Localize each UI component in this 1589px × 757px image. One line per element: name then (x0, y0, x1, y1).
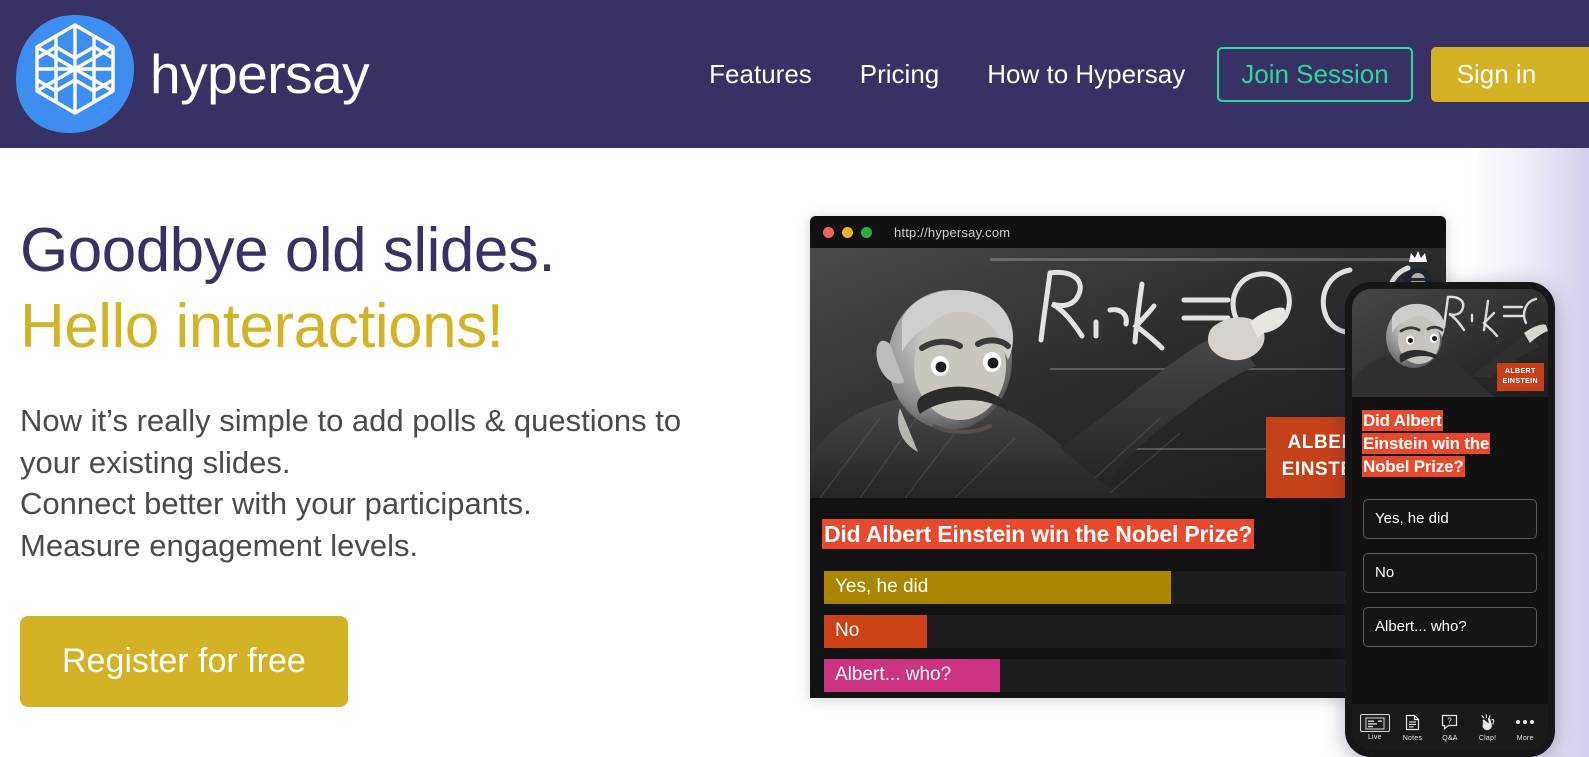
phone-poll-question: Did Albert Einstein win the Nobel Prize? (1363, 410, 1537, 479)
phone-content: Did Albert Einstein win the Nobel Prize?… (1352, 397, 1548, 647)
phone-slide-image: ALBERT EINSTEIN (1352, 289, 1548, 397)
hero-paragraph-line-4: Measure engagement levels. (20, 527, 419, 563)
brand-name: hypersay (150, 42, 370, 105)
question-bubble-icon: ? (1431, 713, 1469, 733)
nav-links: Features Pricing How to Hypersay (709, 59, 1185, 90)
hero-paragraph-line-3: Connect better with your participants. (20, 486, 532, 522)
svg-text:?: ? (1448, 717, 1453, 726)
phone-tab-qa[interactable]: ? Q&A (1431, 713, 1469, 742)
phone-tab-bar: Live Notes ? Q&A Clap! More (1352, 704, 1548, 750)
phone-tab-notes[interactable]: Notes (1394, 713, 1432, 742)
poll-question: Did Albert Einstein win the Nobel Prize? (824, 521, 1253, 547)
phone-tab-label: Clap! (1478, 734, 1497, 742)
live-slide-icon (1359, 713, 1390, 732)
poll-option-bar: No (824, 614, 928, 648)
register-for-free-button[interactable]: Register for free (20, 616, 348, 708)
phone-tab-label: Live (1367, 733, 1382, 741)
headline-line-1: Goodbye old slides. (20, 216, 556, 285)
poll-option-row[interactable]: Yes, he did (824, 570, 1432, 604)
sign-in-button[interactable]: Sign in (1430, 46, 1589, 102)
phone-poll-options: Yes, he did No Albert... who? (1363, 498, 1537, 647)
phone-question-line-3: Nobel Prize? (1363, 456, 1464, 476)
phone-question-line-2: Einstein win the (1363, 433, 1490, 453)
notes-document-icon (1394, 713, 1432, 733)
nav-link-features[interactable]: Features (709, 59, 812, 90)
phone-option-albert[interactable]: Albert... who? (1363, 606, 1537, 647)
poll-option-bar: Yes, he did (824, 570, 1171, 604)
nav-link-pricing[interactable]: Pricing (860, 59, 939, 90)
phone-tab-more[interactable]: More (1506, 713, 1544, 742)
clapping-hands-icon (1469, 713, 1507, 733)
phone-option-yes[interactable]: Yes, he did (1363, 498, 1537, 539)
join-session-button[interactable]: Join Session (1217, 46, 1413, 102)
phone-question-line-1: Did Albert (1363, 411, 1442, 430)
poll-option-label: Yes, he did (835, 576, 929, 598)
phone-tab-clap[interactable]: Clap! (1469, 713, 1507, 742)
ellipsis-icon (1506, 713, 1544, 733)
nav-link-how-to-hypersay[interactable]: How to Hypersay (987, 59, 1185, 90)
phone-mockup: ALBERT EINSTEIN Did Albert Einstein win … (1345, 282, 1555, 757)
browser-titlebar: http://hypersay.com (810, 216, 1446, 248)
poll-option-label: No (835, 620, 860, 642)
hero-paragraph-line-2: your existing slides. (20, 444, 291, 480)
minimize-window-dot[interactable] (842, 226, 853, 238)
poll-option-bar: Albert... who? (824, 658, 1001, 692)
page-title: Goodbye old slides. Hello interactions! (20, 220, 810, 358)
phone-tab-label: More (1516, 734, 1534, 742)
phone-badge-line-2: EINSTEIN (1502, 378, 1538, 386)
hypersay-logo-icon (8, 7, 142, 141)
phone-tab-label: Q&A (1442, 734, 1458, 742)
poll-option-row[interactable]: Albert... who? (824, 658, 1432, 692)
maximize-window-dot[interactable] (861, 226, 872, 238)
phone-option-no[interactable]: No (1363, 552, 1537, 593)
phone-tab-label: Notes (1402, 734, 1423, 742)
address-bar-url[interactable]: http://hypersay.com (894, 225, 1010, 240)
phone-name-badge: ALBERT EINSTEIN (1496, 363, 1544, 391)
hero-copy: Goodbye old slides. Hello interactions! … (20, 148, 810, 708)
phone-badge-line-1: ALBERT (1504, 368, 1536, 376)
top-navigation-bar: hypersay Features Pricing How to Hypersa… (0, 0, 1589, 148)
nav-actions: Join Session Sign in (1217, 46, 1589, 102)
poll-question-wrap: Did Albert Einstein win the Nobel Prize? (824, 520, 1432, 549)
close-window-dot[interactable] (823, 226, 834, 238)
crown-icon (1398, 250, 1438, 268)
phone-tab-live[interactable]: Live (1356, 713, 1394, 741)
brand-logo-link[interactable]: hypersay (8, 7, 370, 141)
poll-results: Yes, he did No Albert... who? (824, 570, 1432, 692)
poll-option-label: Albert... who? (835, 664, 952, 686)
headline-line-2: Hello interactions! (20, 292, 504, 361)
poll-option-row[interactable]: No (824, 614, 1432, 648)
hero-paragraph-line-1: Now it’s really simple to add polls & qu… (20, 403, 682, 438)
hero-paragraph: Now it’s really simple to add polls & qu… (20, 400, 790, 566)
